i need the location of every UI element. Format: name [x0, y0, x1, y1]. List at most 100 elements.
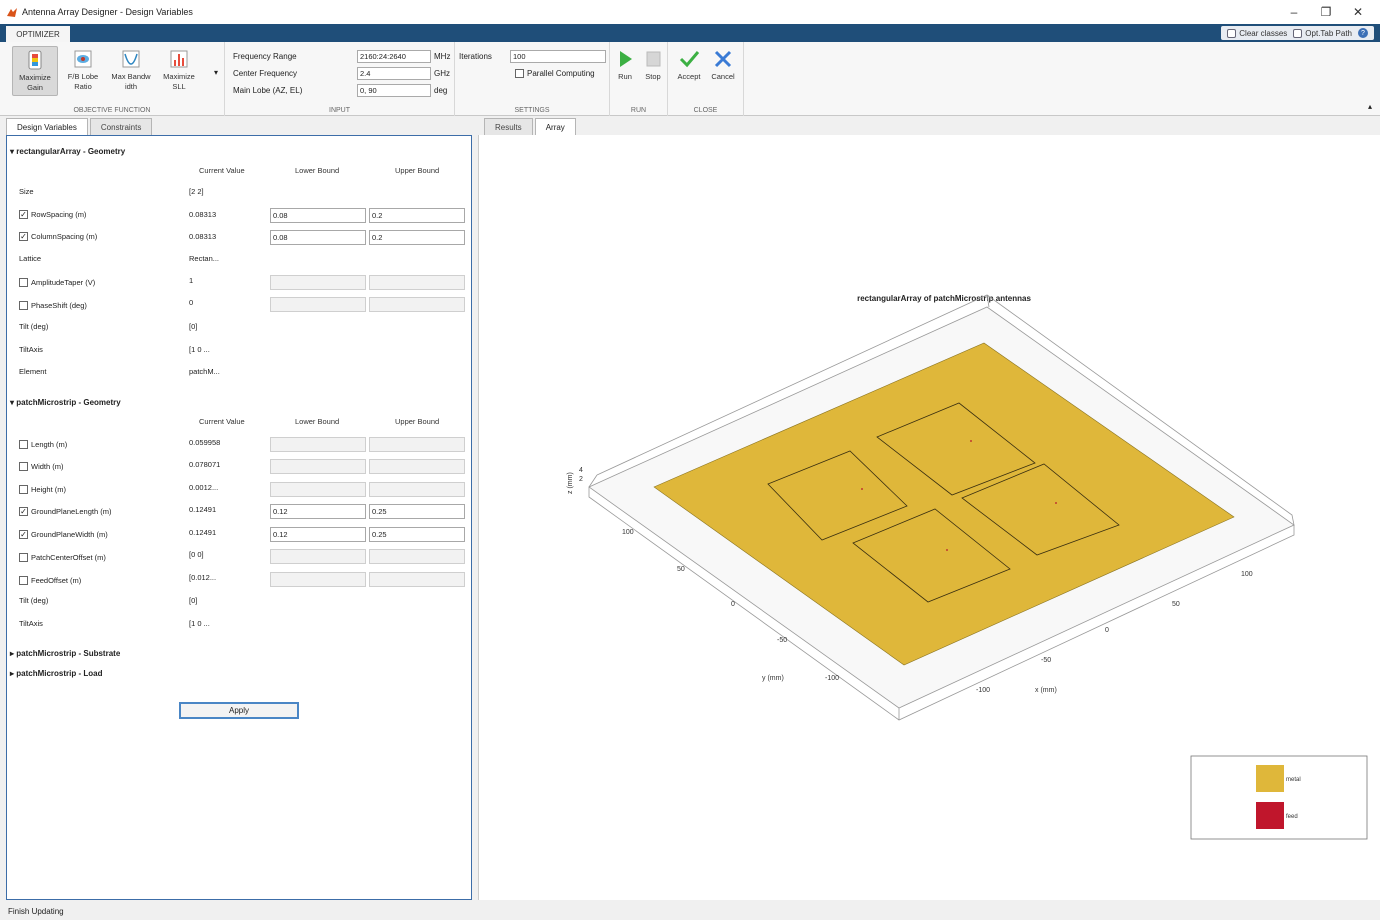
param-patch-tilt-value: [0] — [189, 596, 198, 605]
height-lower-input[interactable] — [270, 482, 366, 497]
param-size-label: Size — [19, 187, 34, 196]
maximize-sll-label2: SLL — [172, 82, 186, 91]
lobe-ratio-icon — [74, 50, 92, 68]
width-check — [19, 462, 28, 471]
main-lobe-input[interactable]: 0, 90 — [357, 84, 431, 97]
fb-lobe-label1: F/B Lobe — [67, 72, 99, 81]
feedoffset-check — [19, 576, 28, 585]
substrate-section-header[interactable]: ▸ patchMicrostrip - Substrate — [10, 649, 120, 658]
cancel-button[interactable]: Cancel — [706, 46, 740, 96]
param-groundplanewidth-checkbox[interactable]: ✓ GroundPlaneWidth (m) — [19, 530, 108, 539]
feed-point-3 — [946, 549, 948, 551]
param-element-label: Element — [19, 367, 47, 376]
collapse-ribbon-icon[interactable]: ▴ — [1368, 102, 1372, 111]
param-width-checkbox[interactable]: Width (m) — [19, 462, 64, 471]
param-patchcenteroffset-checkbox[interactable]: PatchCenterOffset (m) — [19, 553, 106, 562]
rowspacing-upper-input[interactable]: 0.2 — [369, 208, 465, 223]
param-groundplanelength-checkbox[interactable]: ✓ GroundPlaneLength (m) — [19, 507, 111, 516]
param-patch-tiltaxis-value: [1 0 ... — [189, 619, 210, 628]
x-tick-2: 50 — [1172, 601, 1180, 608]
array-3d-plot[interactable]: rectangularArray of patchMicrostrip ante… — [479, 135, 1380, 900]
width-lower-input[interactable] — [270, 459, 366, 474]
run-button[interactable]: Run — [612, 46, 638, 96]
current-value-header-2: Current Value — [199, 417, 245, 426]
stop-button[interactable]: Stop — [640, 46, 666, 96]
columnspacing-lower-input[interactable]: 0.08 — [270, 230, 366, 245]
minimize-button[interactable]: – — [1278, 0, 1310, 24]
parallel-computing-label: Parallel Computing — [527, 69, 595, 78]
substrate-section-title: patchMicrostrip - Substrate — [16, 649, 121, 658]
patch-geometry-section-header[interactable]: ▾ patchMicrostrip - Geometry — [10, 398, 121, 407]
quick-access-toolbar: Clear classes Opt.Tab Path ? — [1221, 26, 1374, 40]
shortcut-icon — [1227, 28, 1237, 38]
param-columnspacing-checkbox[interactable]: ✓ ColumnSpacing (m) — [19, 232, 97, 241]
lower-bound-header: Lower Bound — [295, 166, 340, 175]
close-group: Accept Cancel CLOSE — [668, 42, 744, 116]
max-bandwidth-button[interactable]: Max Bandw idth — [108, 46, 154, 96]
accept-button[interactable]: Accept — [672, 46, 706, 96]
load-section-header[interactable]: ▸ patchMicrostrip - Load — [10, 669, 102, 678]
rect-array-section-header[interactable]: ▾ rectangularArray - Geometry — [10, 147, 125, 156]
plot-title: rectangularArray of patchMicrostrip ante… — [857, 294, 1031, 303]
param-columnspacing-value: 0.08313 — [189, 232, 217, 241]
length-label: Length (m) — [31, 440, 68, 449]
param-rowspacing-checkbox[interactable]: ✓ RowSpacing (m) — [19, 210, 86, 219]
groundplanewidth-upper-input[interactable]: 0.25 — [369, 527, 465, 542]
gain-icon — [28, 50, 42, 70]
feedoffset-upper-input[interactable] — [369, 572, 465, 587]
param-phaseshift-checkbox[interactable]: PhaseShift (deg) — [19, 301, 87, 310]
groundplanelength-lower-input[interactable]: 0.12 — [270, 504, 366, 519]
clear-classes-button[interactable]: Clear classes — [1227, 28, 1287, 38]
ground-plane-metal — [653, 342, 1235, 666]
phaseshift-upper-input[interactable] — [369, 297, 465, 312]
amplitudetaper-upper-input[interactable] — [369, 275, 465, 290]
width-upper-input[interactable] — [369, 459, 465, 474]
center-frequency-input[interactable]: 2.4 — [357, 67, 431, 80]
tab-array[interactable]: Array — [534, 118, 576, 135]
columnspacing-upper-input[interactable]: 0.2 — [369, 230, 465, 245]
tab-results[interactable]: Results — [484, 118, 533, 135]
opt-tab-path-button[interactable]: Opt.Tab Path — [1293, 28, 1352, 38]
groundplanelength-upper-input[interactable]: 0.25 — [369, 504, 465, 519]
restore-button[interactable]: ❐ — [1310, 0, 1342, 24]
param-amplitudetaper-checkbox[interactable]: AmplitudeTaper (V) — [19, 278, 95, 287]
help-icon[interactable]: ? — [1358, 28, 1368, 38]
close-window-button[interactable]: ✕ — [1342, 0, 1374, 24]
tab-optimizer[interactable]: OPTIMIZER — [6, 26, 70, 42]
iterations-input[interactable]: 100 — [510, 50, 606, 63]
patchcenteroffset-upper-input[interactable] — [369, 549, 465, 564]
param-tilt-label: Tilt (deg) — [19, 322, 49, 331]
patchcenteroffset-lower-input[interactable] — [270, 549, 366, 564]
status-bar: Finish Updating — [0, 904, 1380, 920]
groundplanelength-check: ✓ — [19, 506, 28, 516]
maximize-sll-button[interactable]: Maximize SLL — [156, 46, 202, 96]
feedoffset-lower-input[interactable] — [270, 572, 366, 587]
param-element-value: patchM... — [189, 367, 220, 376]
tab-design-variables[interactable]: Design Variables — [6, 118, 88, 135]
frequency-range-input[interactable]: 2160:24:2640 — [357, 50, 431, 63]
param-feedoffset-checkbox[interactable]: FeedOffset (m) — [19, 576, 81, 585]
tab-constraints[interactable]: Constraints — [89, 118, 153, 135]
amplitudetaper-lower-input[interactable] — [270, 275, 366, 290]
length-upper-input[interactable] — [369, 437, 465, 452]
fb-lobe-ratio-button[interactable]: F/B Lobe Ratio — [60, 46, 106, 96]
height-upper-input[interactable] — [369, 482, 465, 497]
param-length-checkbox[interactable]: Length (m) — [19, 440, 67, 449]
param-rowspacing-value: 0.08313 — [189, 210, 217, 219]
phaseshift-lower-input[interactable] — [270, 297, 366, 312]
apply-button[interactable]: Apply — [179, 702, 299, 719]
upper-bound-header-2: Upper Bound — [395, 417, 440, 426]
groundplanewidth-label: GroundPlaneWidth (m) — [31, 530, 108, 539]
rect-array-section-title: rectangularArray - Geometry — [16, 147, 126, 156]
height-check — [19, 485, 28, 494]
groundplanewidth-lower-input[interactable]: 0.12 — [270, 527, 366, 542]
maximize-gain-button[interactable]: Maximize Gain — [12, 46, 58, 96]
opt-tab-path-label: Opt.Tab Path — [1305, 28, 1352, 38]
objective-more-arrow-icon[interactable]: ▾ — [214, 68, 218, 77]
rowspacing-lower-input[interactable]: 0.08 — [270, 208, 366, 223]
param-height-checkbox[interactable]: Height (m) — [19, 485, 66, 494]
y-tick-1: 100 — [622, 529, 634, 536]
feed-point-4 — [1055, 502, 1057, 504]
parallel-computing-checkbox[interactable]: Parallel Computing — [515, 69, 595, 78]
length-lower-input[interactable] — [270, 437, 366, 452]
